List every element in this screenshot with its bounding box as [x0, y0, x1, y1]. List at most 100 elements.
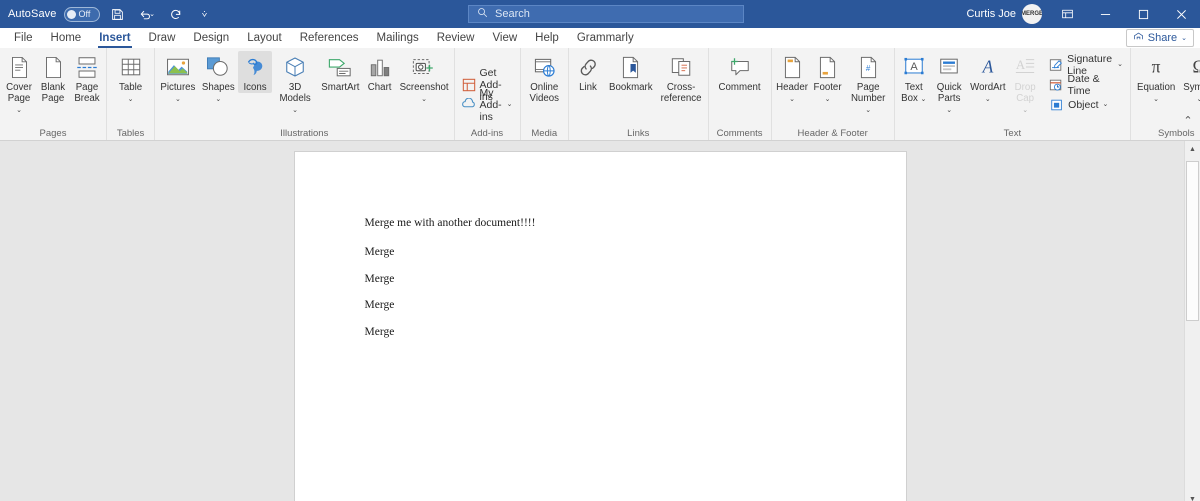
page-break-button[interactable]: PageBreak: [70, 51, 104, 104]
ribbon-group-pages: CoverPage ⌄ BlankPage PageBreak Pages: [0, 48, 107, 140]
online-videos-label: OnlineVideos: [530, 82, 559, 104]
scrollbar-track[interactable]: [1185, 157, 1200, 491]
table-button[interactable]: Table⌄: [109, 51, 152, 104]
bookmark-button[interactable]: Bookmark: [605, 51, 657, 93]
tab-grammarly[interactable]: Grammarly: [568, 28, 643, 48]
scroll-up-icon[interactable]: ▲: [1185, 141, 1200, 157]
autosave-label: AutoSave: [8, 8, 57, 20]
share-caret-icon[interactable]: ⌄: [1181, 34, 1187, 42]
text-box-icon: A: [903, 54, 925, 80]
header-button[interactable]: Header⌄: [774, 51, 811, 104]
ribbon-group-tables: Table⌄ Tables: [107, 48, 155, 140]
chart-button[interactable]: Chart: [363, 51, 397, 93]
close-icon[interactable]: [1162, 0, 1200, 28]
symbol-label: Symbol⌄: [1183, 82, 1200, 104]
tab-layout[interactable]: Layout: [238, 28, 291, 48]
tab-draw[interactable]: Draw: [140, 28, 185, 48]
ribbon-display-options-icon[interactable]: [1048, 0, 1086, 28]
cover-page-button[interactable]: CoverPage ⌄: [2, 51, 36, 115]
object-button[interactable]: Object ⌄: [1044, 95, 1113, 114]
document-line[interactable]: Merge: [365, 325, 836, 339]
tab-mailings[interactable]: Mailings: [368, 28, 428, 48]
share-icon: [1133, 31, 1144, 45]
date-and-time-button[interactable]: Date & Time: [1044, 75, 1128, 94]
icons-button[interactable]: Icons: [238, 51, 272, 93]
document-line[interactable]: Merge: [365, 298, 836, 312]
3d-models-button[interactable]: 3DModels ⌄: [272, 51, 318, 115]
table-label: Table⌄: [119, 82, 142, 104]
scrollbar-thumb[interactable]: [1186, 161, 1199, 321]
my-add-ins-caret-icon[interactable]: ⌄: [507, 101, 513, 109]
title-bar: AutoSave Off ⌄ ⩒ Document2 - Word Search…: [0, 0, 1200, 28]
equation-button[interactable]: π Equation⌄: [1133, 51, 1179, 104]
vertical-scrollbar[interactable]: ▲ ▼: [1184, 141, 1200, 501]
signature-line-button[interactable]: Signature Line ⌄: [1044, 55, 1128, 74]
cross-reference-button[interactable]: Cross-reference: [657, 51, 706, 104]
tab-view[interactable]: View: [483, 28, 526, 48]
autosave-toggle[interactable]: Off: [64, 7, 100, 22]
document-line[interactable]: Merge me with another document!!!!: [365, 216, 836, 230]
chart-label: Chart: [368, 82, 392, 93]
document-line[interactable]: Merge: [365, 245, 836, 259]
my-add-ins-icon: [462, 97, 476, 112]
cover-page-icon: [9, 54, 30, 80]
group-label-tables: Tables: [109, 127, 152, 140]
tab-insert[interactable]: Insert: [90, 28, 139, 48]
tab-help[interactable]: Help: [526, 28, 568, 48]
ribbon-group-header-footer: Header⌄ Footer⌄ # PageNumber ⌄ Header & …: [772, 48, 895, 140]
tab-file[interactable]: File: [5, 28, 42, 48]
footer-label: Footer⌄: [814, 82, 842, 104]
collapse-ribbon-icon[interactable]: ⌃: [1180, 112, 1196, 128]
scroll-down-icon[interactable]: ▼: [1185, 491, 1200, 501]
svg-text:Ω: Ω: [1193, 57, 1200, 77]
smartart-button[interactable]: SmartArt: [318, 51, 363, 93]
search-input[interactable]: Search: [468, 5, 744, 23]
share-button[interactable]: Share ⌄: [1126, 29, 1194, 47]
signature-line-caret-icon[interactable]: ⌄: [1117, 61, 1123, 69]
account-name[interactable]: Curtis Joe: [966, 8, 1016, 20]
object-caret-icon[interactable]: ⌄: [1103, 101, 1109, 109]
drop-cap-button[interactable]: A DropCap ⌄: [1008, 51, 1042, 115]
shapes-button[interactable]: Shapes⌄: [199, 51, 238, 104]
shapes-label: Shapes⌄: [202, 82, 235, 104]
minimize-icon[interactable]: [1086, 0, 1124, 28]
comment-label: Comment: [719, 82, 761, 93]
comment-button[interactable]: Comment: [711, 51, 769, 93]
undo-caret-icon[interactable]: ⌄: [149, 11, 155, 18]
footer-button[interactable]: Footer⌄: [811, 51, 845, 104]
tab-home[interactable]: Home: [42, 28, 91, 48]
group-label-pages: Pages: [2, 127, 104, 140]
3d-models-icon: [284, 54, 306, 80]
undo-icon[interactable]: ⌄: [136, 3, 158, 25]
equation-icon: π: [1145, 54, 1167, 80]
page-break-label: PageBreak: [74, 82, 99, 104]
quick-parts-button[interactable]: QuickParts ⌄: [931, 51, 968, 115]
quick-access-more-icon[interactable]: ⩒: [194, 3, 216, 25]
screenshot-button[interactable]: Screenshot⌄: [397, 51, 452, 104]
tab-design[interactable]: Design: [184, 28, 238, 48]
wordart-button[interactable]: A WordArt⌄: [968, 51, 1009, 104]
pictures-button[interactable]: Pictures⌄: [157, 51, 198, 104]
signature-line-icon: [1049, 57, 1063, 72]
autosave-state: Off: [79, 9, 91, 19]
tab-review[interactable]: Review: [428, 28, 484, 48]
avatar[interactable]: MERGE: [1022, 4, 1042, 24]
online-videos-button[interactable]: OnlineVideos: [523, 51, 566, 104]
tab-references[interactable]: References: [291, 28, 368, 48]
blank-page-button[interactable]: BlankPage: [36, 51, 70, 104]
window-controls: Curtis Joe MERGE: [966, 0, 1200, 28]
symbol-button[interactable]: Ω Symbol⌄: [1179, 51, 1200, 104]
save-icon[interactable]: [107, 3, 129, 25]
page-number-button[interactable]: # PageNumber ⌄: [845, 51, 892, 115]
link-button[interactable]: Link: [571, 51, 605, 93]
quick-parts-icon: [938, 54, 960, 80]
text-box-button[interactable]: A TextBox ⌄: [897, 51, 931, 104]
my-add-ins-button[interactable]: My Add-ins ⌄: [457, 95, 518, 114]
table-icon: [120, 54, 142, 80]
document-line[interactable]: Merge: [365, 272, 836, 286]
maximize-icon[interactable]: [1124, 0, 1162, 28]
group-label-header-footer: Header & Footer: [774, 127, 892, 140]
document-page[interactable]: Merge me with another document!!!! Merge…: [295, 152, 906, 501]
redo-icon[interactable]: [165, 3, 187, 25]
page-number-icon: #: [858, 54, 879, 80]
